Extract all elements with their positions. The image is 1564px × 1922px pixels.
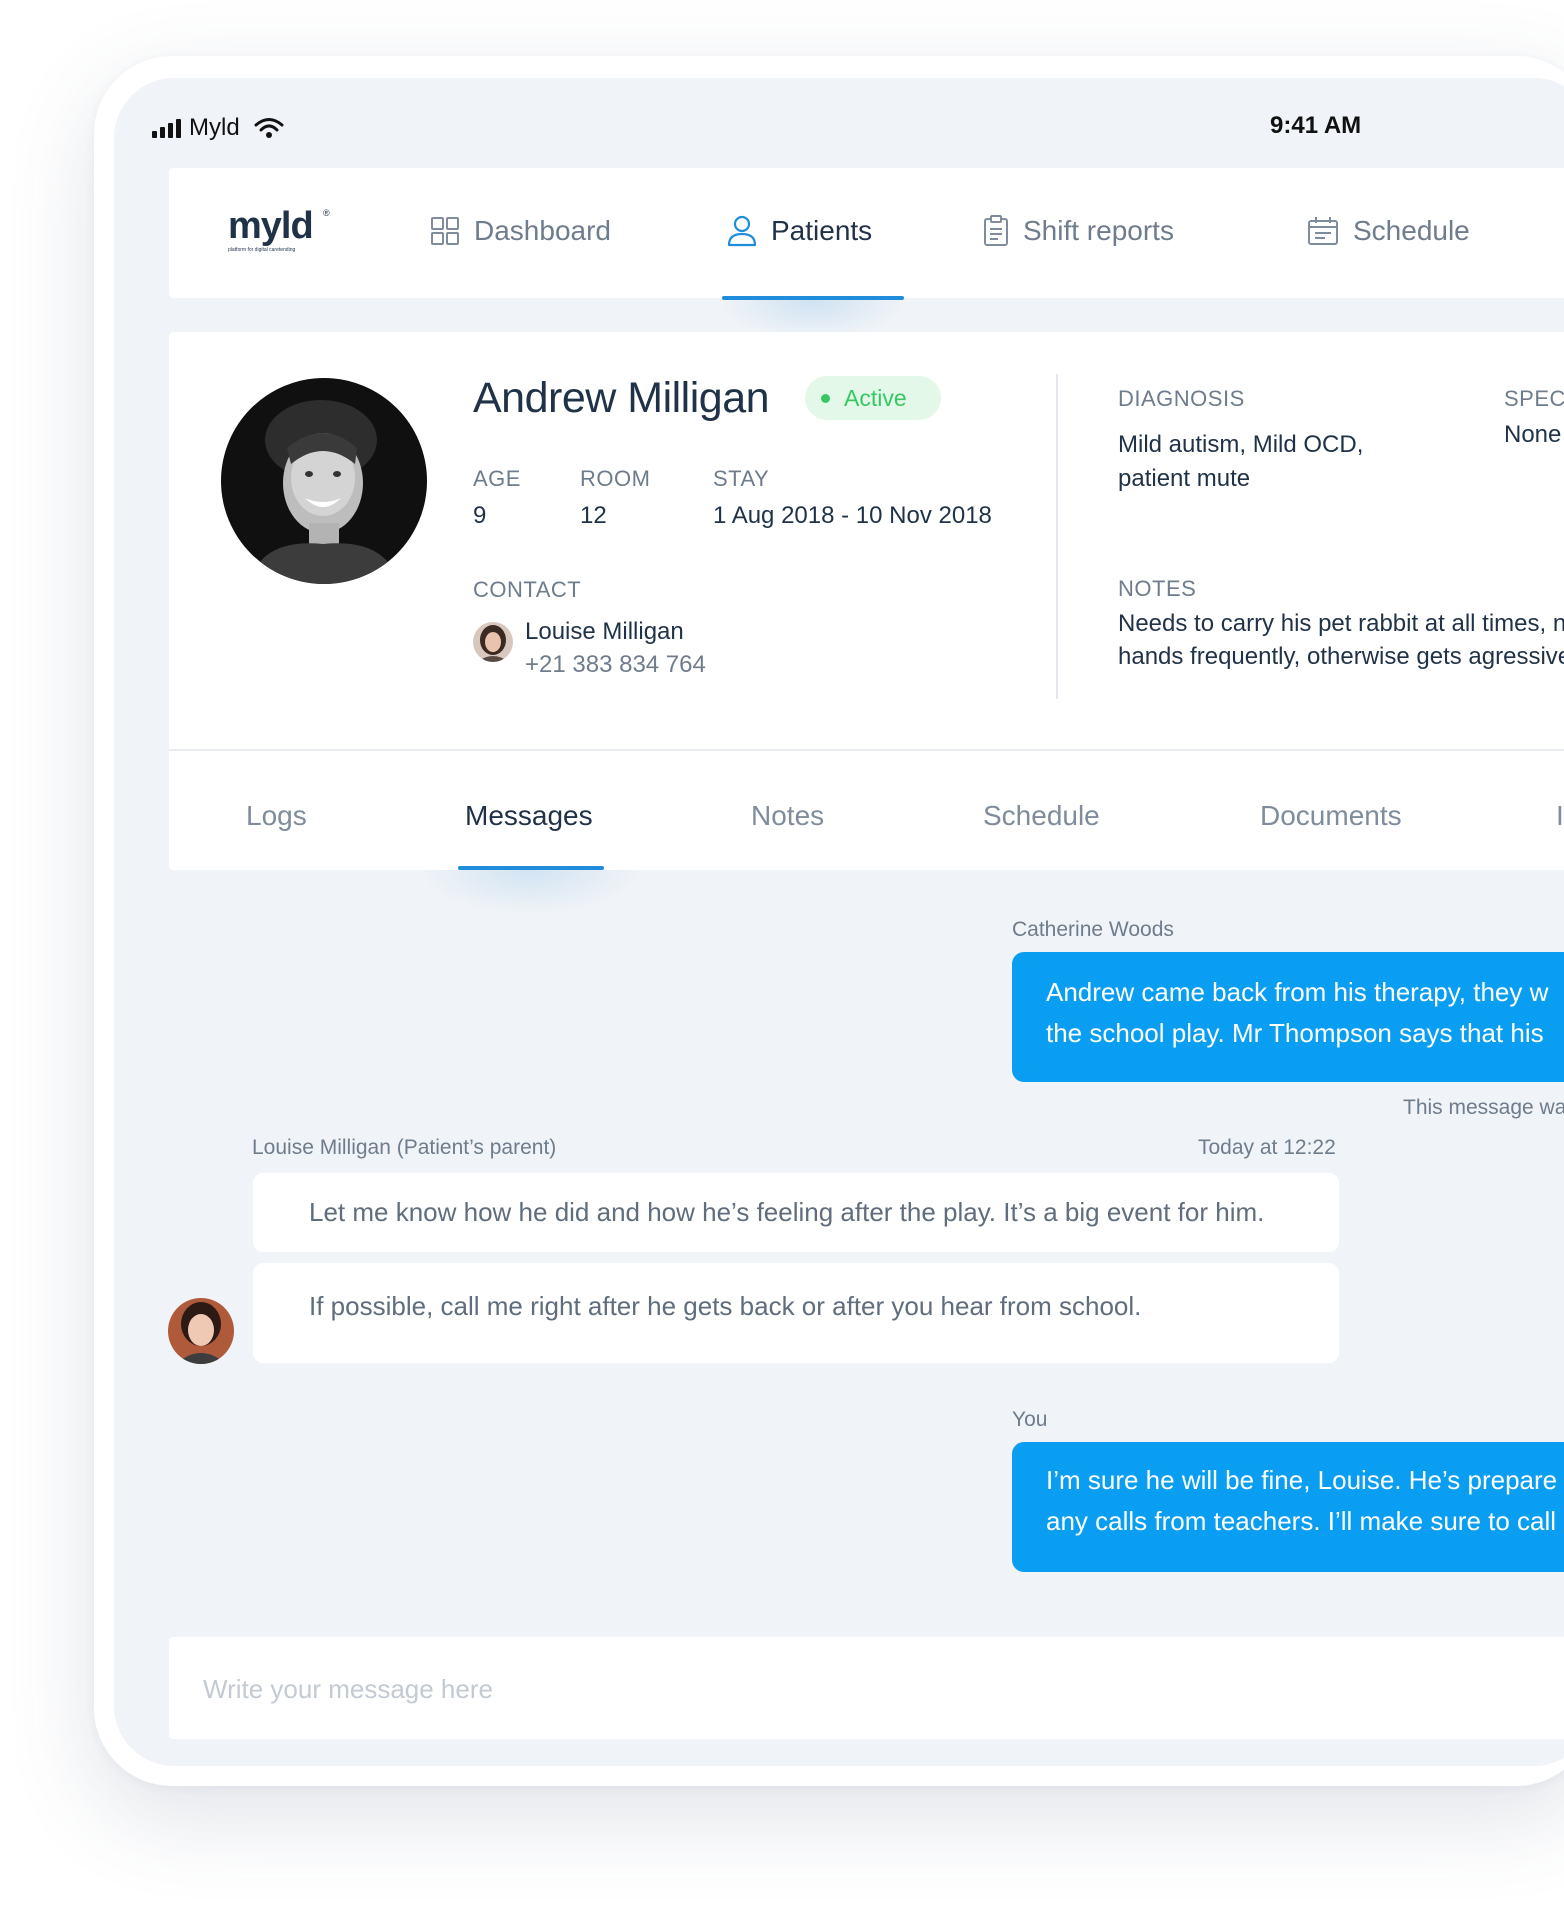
card-tabs-divider <box>169 749 1564 751</box>
diagnosis-line-1: Mild autism, Mild OCD, <box>1118 431 1364 458</box>
tab-notes[interactable]: Notes <box>751 800 824 832</box>
stay-value: 1 Aug 2018 - 10 Nov 2018 <box>713 502 992 529</box>
logo-tagline: platform for digital caretending <box>228 247 296 253</box>
room-label: ROOM <box>580 466 651 491</box>
clipboard-icon <box>983 215 1009 247</box>
patient-avatar <box>221 378 427 584</box>
signal-icon <box>152 118 181 138</box>
incoming-message-bubble: If possible, call me right after he gets… <box>253 1263 1339 1363</box>
message-text-line: I’m sure he will be fine, Louise. He’s p… <box>1046 1465 1558 1495</box>
notes-line-1: Needs to carry his pet rabbit at all tim… <box>1118 610 1564 637</box>
room-value: 12 <box>580 502 607 529</box>
sender-avatar <box>168 1298 234 1364</box>
message-timestamp: Today at 12:22 <box>1198 1136 1336 1159</box>
nav-item-schedule-label: Schedule <box>1353 215 1470 246</box>
message-text: If possible, call me right after he gets… <box>309 1290 1142 1321</box>
patient-name: Andrew Milligan <box>473 374 770 422</box>
nav-item-shift-reports-label: Shift reports <box>1023 215 1174 246</box>
card-divider <box>1056 374 1058 699</box>
tab-logs[interactable]: Logs <box>246 800 307 832</box>
tab-documents[interactable]: Documents <box>1260 800 1402 832</box>
notes-line-2: hands frequently, otherwise gets agressi… <box>1118 643 1564 670</box>
message-composer <box>169 1637 1564 1739</box>
incoming-message-bubble: Let me know how he did and how he’s feel… <box>253 1173 1339 1252</box>
nav-item-schedule[interactable]: Schedule <box>1307 215 1470 247</box>
message-author: You <box>1012 1408 1048 1431</box>
nav-item-patients[interactable]: Patients <box>727 215 872 247</box>
special-value: None <box>1504 421 1562 448</box>
nav-item-shift-reports[interactable]: Shift reports <box>983 215 1174 247</box>
contact-phone[interactable]: +21 383 834 764 <box>525 651 706 679</box>
message-author: Louise Milligan (Patient’s parent) <box>252 1136 557 1159</box>
status-time: 9:41 AM <box>1270 112 1362 139</box>
wifi-icon <box>254 117 284 139</box>
nav-item-dashboard-label: Dashboard <box>474 215 611 246</box>
carrier-label: Myld <box>189 114 240 141</box>
contact-name: Louise Milligan <box>525 618 684 645</box>
stay-label: STAY <box>713 466 770 491</box>
status-dot-icon <box>821 393 830 403</box>
message-text: Let me know how he did and how he’s feel… <box>309 1197 1265 1227</box>
nav-item-patients-label: Patients <box>771 215 873 246</box>
user-icon <box>727 215 757 247</box>
tab-more[interactable]: I <box>1556 800 1564 832</box>
status-badge: Active <box>805 376 941 420</box>
grid-icon <box>430 216 460 246</box>
myld-logo: myld platform for digital caretending <box>228 205 314 253</box>
message-input[interactable] <box>201 1663 1505 1715</box>
calendar-icon <box>1307 216 1339 246</box>
message-text-line: Andrew came back from his therapy, they … <box>1046 977 1549 1007</box>
message-author: Catherine Woods <box>1012 918 1174 941</box>
contact-label: CONTACT <box>473 577 582 602</box>
diagnosis-line-2: patient mute <box>1118 465 1251 492</box>
tab-active-glow <box>420 870 640 914</box>
logo-wordmark: myld <box>228 205 314 247</box>
age-label: AGE <box>473 466 521 491</box>
logo-registered-mark: ® <box>323 208 330 218</box>
message-text-line: the school play. Mr Thompson says that h… <box>1046 1018 1544 1048</box>
outgoing-message-bubble: Andrew came back from his therapy, they … <box>1012 952 1564 1082</box>
message-text-line: any calls from teachers. I’ll make sure … <box>1046 1506 1557 1536</box>
nav-item-dashboard[interactable]: Dashboard <box>430 215 611 247</box>
status-badge-label: Active <box>844 384 907 411</box>
tab-schedule[interactable]: Schedule <box>983 800 1100 832</box>
special-label: SPEC <box>1504 386 1564 411</box>
message-status: This message wa <box>1403 1096 1564 1119</box>
status-bar-left: Myld <box>152 114 284 142</box>
age-value: 9 <box>473 502 487 529</box>
outgoing-message-bubble: I’m sure he will be fine, Louise. He’s p… <box>1012 1442 1564 1572</box>
notes-label: NOTES <box>1118 576 1197 601</box>
contact-avatar <box>473 622 513 662</box>
tab-messages[interactable]: Messages <box>465 800 593 832</box>
diagnosis-label: DIAGNOSIS <box>1118 386 1245 411</box>
